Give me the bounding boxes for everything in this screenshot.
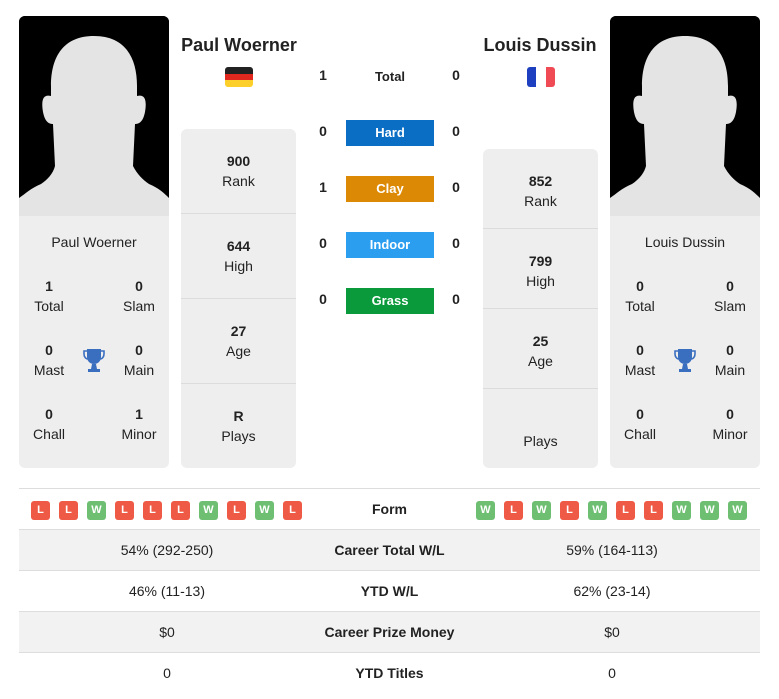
trophy-icon bbox=[83, 349, 105, 372]
h2h-clay-p2: 0 bbox=[452, 179, 460, 195]
form-win-badge[interactable]: W bbox=[476, 501, 495, 520]
h2h-hard-p1: 0 bbox=[319, 123, 327, 139]
ytd-wl-label: YTD W/L bbox=[360, 583, 419, 599]
form-loss-badge[interactable]: L bbox=[616, 501, 635, 520]
player1-age: 27 Age bbox=[181, 299, 296, 384]
form-loss-badge[interactable]: L bbox=[644, 501, 663, 520]
germany-flag-icon bbox=[225, 67, 253, 87]
player2-rank: 852 Rank bbox=[483, 149, 598, 229]
form-win-badge[interactable]: W bbox=[255, 501, 274, 520]
player2-form: WLWLWLLWWW bbox=[476, 501, 747, 520]
trophy-icon bbox=[674, 349, 696, 372]
h2h-clay-row: 1 Clay 0 bbox=[310, 176, 470, 202]
player2-photo bbox=[610, 16, 760, 216]
h2h-hard-row: 0 Hard 0 bbox=[310, 120, 470, 146]
h2h-grass-p1: 0 bbox=[319, 291, 327, 307]
form-loss-badge[interactable]: L bbox=[171, 501, 190, 520]
player2-titles-mast: 0 Mast bbox=[624, 342, 656, 378]
prize-money-label: Career Prize Money bbox=[324, 624, 455, 640]
player2-titles-main: 0 Main bbox=[714, 342, 746, 378]
player1-card-name: Paul Woerner bbox=[51, 234, 137, 250]
player1-rank: 900 Rank bbox=[181, 129, 296, 214]
comparison-table: LLWLLLWLWL Form WLWLWLLWWW 54% (292-250)… bbox=[19, 488, 760, 694]
h2h-grass-row: 0 Grass 0 bbox=[310, 288, 470, 314]
h2h-indoor-p2: 0 bbox=[452, 235, 460, 251]
form-win-badge[interactable]: W bbox=[87, 501, 106, 520]
player1-form: LLWLLLWLWL bbox=[31, 501, 302, 520]
player2-titles-total: 0 Total bbox=[625, 278, 655, 314]
prize-money-row: $0 Career Prize Money $0 bbox=[19, 612, 760, 653]
h2h-total-p1: 1 bbox=[319, 67, 327, 83]
h2h-indoor-row: 0 Indoor 0 bbox=[310, 232, 470, 258]
form-row: LLWLLLWLWL Form WLWLWLLWWW bbox=[19, 489, 760, 530]
surface-clay-badge[interactable]: Clay bbox=[346, 176, 434, 202]
form-win-badge[interactable]: W bbox=[199, 501, 218, 520]
player1-high: 644 High bbox=[181, 214, 296, 299]
form-win-badge[interactable]: W bbox=[672, 501, 691, 520]
player2-info-panel: 852 Rank 799 High 25 Age Plays bbox=[483, 149, 598, 468]
player2-titles-slam: 0 Slam bbox=[714, 278, 746, 314]
form-loss-badge[interactable]: L bbox=[560, 501, 579, 520]
surface-indoor-badge[interactable]: Indoor bbox=[346, 232, 434, 258]
player2-titles-minor: 0 Minor bbox=[712, 406, 748, 442]
player2-card-name: Louis Dussin bbox=[644, 234, 726, 250]
player1-titles-total: 1 Total bbox=[34, 278, 64, 314]
h2h-grass-p2: 0 bbox=[452, 291, 460, 307]
h2h-total-row: 1 Total 0 bbox=[310, 64, 470, 90]
player1-titles-main: 0 Main bbox=[123, 342, 155, 378]
player2-high: 799 High bbox=[483, 229, 598, 309]
h2h-indoor-p1: 0 bbox=[319, 235, 327, 251]
player1-name[interactable]: Paul Woerner bbox=[169, 35, 309, 56]
player1-titles-chall: 0 Chall bbox=[33, 406, 65, 442]
form-win-badge[interactable]: W bbox=[532, 501, 551, 520]
avatar-silhouette-icon bbox=[19, 16, 169, 216]
player2-name[interactable]: Louis Dussin bbox=[470, 35, 610, 56]
form-win-badge[interactable]: W bbox=[588, 501, 607, 520]
player2-ytd-titles: 0 bbox=[608, 665, 616, 681]
form-loss-badge[interactable]: L bbox=[59, 501, 78, 520]
player1-titles-mast: 0 Mast bbox=[33, 342, 65, 378]
player1-photo bbox=[19, 16, 169, 216]
player1-info-panel: 900 Rank 644 High 27 Age R Plays bbox=[181, 129, 296, 468]
ytd-titles-label: YTD Titles bbox=[355, 665, 424, 681]
player2-prize-money: $0 bbox=[604, 624, 620, 640]
form-win-badge[interactable]: W bbox=[728, 501, 747, 520]
form-loss-badge[interactable]: L bbox=[504, 501, 523, 520]
player1-titles-slam: 0 Slam bbox=[123, 278, 155, 314]
player1-ytd-titles: 0 bbox=[163, 665, 171, 681]
france-flag-icon bbox=[527, 67, 555, 87]
form-loss-badge[interactable]: L bbox=[283, 501, 302, 520]
player1-titles-card: Paul Woerner 1 Total 0 Slam 0 Mast 0 Main 0C… bbox=[19, 216, 169, 468]
surface-hard-badge[interactable]: Hard bbox=[346, 120, 434, 146]
career-wl-label: Career Total W/L bbox=[334, 542, 445, 558]
avatar-silhouette-icon bbox=[610, 16, 760, 216]
h2h-total-p2: 0 bbox=[452, 67, 460, 83]
player2-titles-chall: 0 Chall bbox=[624, 406, 656, 442]
player2-titles-card: Louis Dussin 0 Total 0 Slam 0 Mast 0 Main 0C… bbox=[610, 216, 760, 468]
h2h-clay-p1: 1 bbox=[319, 179, 327, 195]
surface-grass-badge[interactable]: Grass bbox=[346, 288, 434, 314]
career-wl-row: 54% (292-250) Career Total W/L 59% (164-… bbox=[19, 530, 760, 571]
player2-age: 25 Age bbox=[483, 309, 598, 389]
player1-plays: R Plays bbox=[221, 408, 256, 444]
player1-ytd-wl: 46% (11-13) bbox=[128, 583, 205, 599]
form-win-badge[interactable]: W bbox=[700, 501, 719, 520]
ytd-wl-row: 46% (11-13) YTD W/L 62% (23-14) bbox=[19, 571, 760, 612]
h2h-hard-p2: 0 bbox=[452, 123, 460, 139]
form-label: Form bbox=[372, 501, 407, 517]
form-loss-badge[interactable]: L bbox=[31, 501, 50, 520]
form-loss-badge[interactable]: L bbox=[115, 501, 134, 520]
h2h-total-label: Total bbox=[374, 69, 406, 84]
ytd-titles-row: 0 YTD Titles 0 bbox=[19, 653, 760, 694]
player1-career-wl: 54% (292-250) bbox=[120, 542, 214, 558]
player1-prize-money: $0 bbox=[159, 624, 175, 640]
player2-ytd-wl: 62% (23-14) bbox=[573, 583, 651, 599]
form-loss-badge[interactable]: L bbox=[227, 501, 246, 520]
player1-titles-minor: 1 Minor bbox=[121, 406, 157, 442]
form-loss-badge[interactable]: L bbox=[143, 501, 162, 520]
player2-career-wl: 59% (164-113) bbox=[566, 542, 658, 558]
player2-plays: Plays bbox=[523, 433, 558, 449]
